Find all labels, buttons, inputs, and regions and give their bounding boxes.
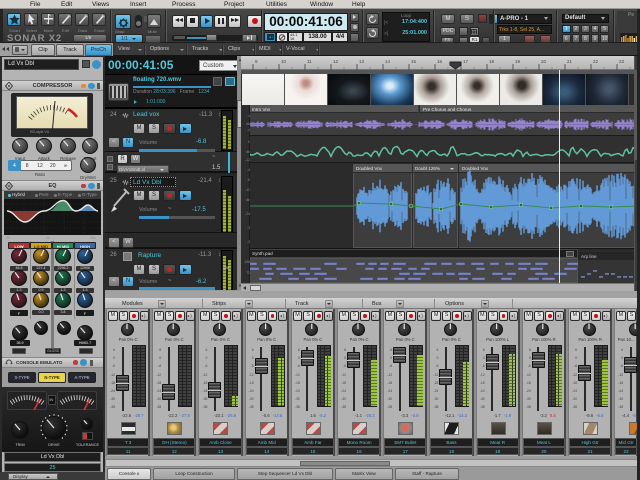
svg-text:14: 14 — [385, 59, 391, 64]
svg-text:20: 20 — [541, 59, 547, 64]
svg-text:11: 11 — [307, 59, 312, 64]
svg-text:18: 18 — [489, 59, 495, 64]
svg-text:13: 13 — [359, 59, 365, 64]
svg-text:21: 21 — [567, 59, 573, 64]
svg-text:16: 16 — [437, 59, 443, 64]
svg-text:10: 10 — [281, 59, 287, 64]
svg-text:12: 12 — [333, 59, 339, 64]
svg-text:19: 19 — [515, 59, 521, 64]
svg-text:15: 15 — [411, 59, 417, 64]
svg-text:22: 22 — [593, 59, 599, 64]
svg-text:17: 17 — [463, 59, 469, 64]
svg-text:9: 9 — [255, 59, 258, 64]
svg-text:23: 23 — [619, 59, 625, 64]
